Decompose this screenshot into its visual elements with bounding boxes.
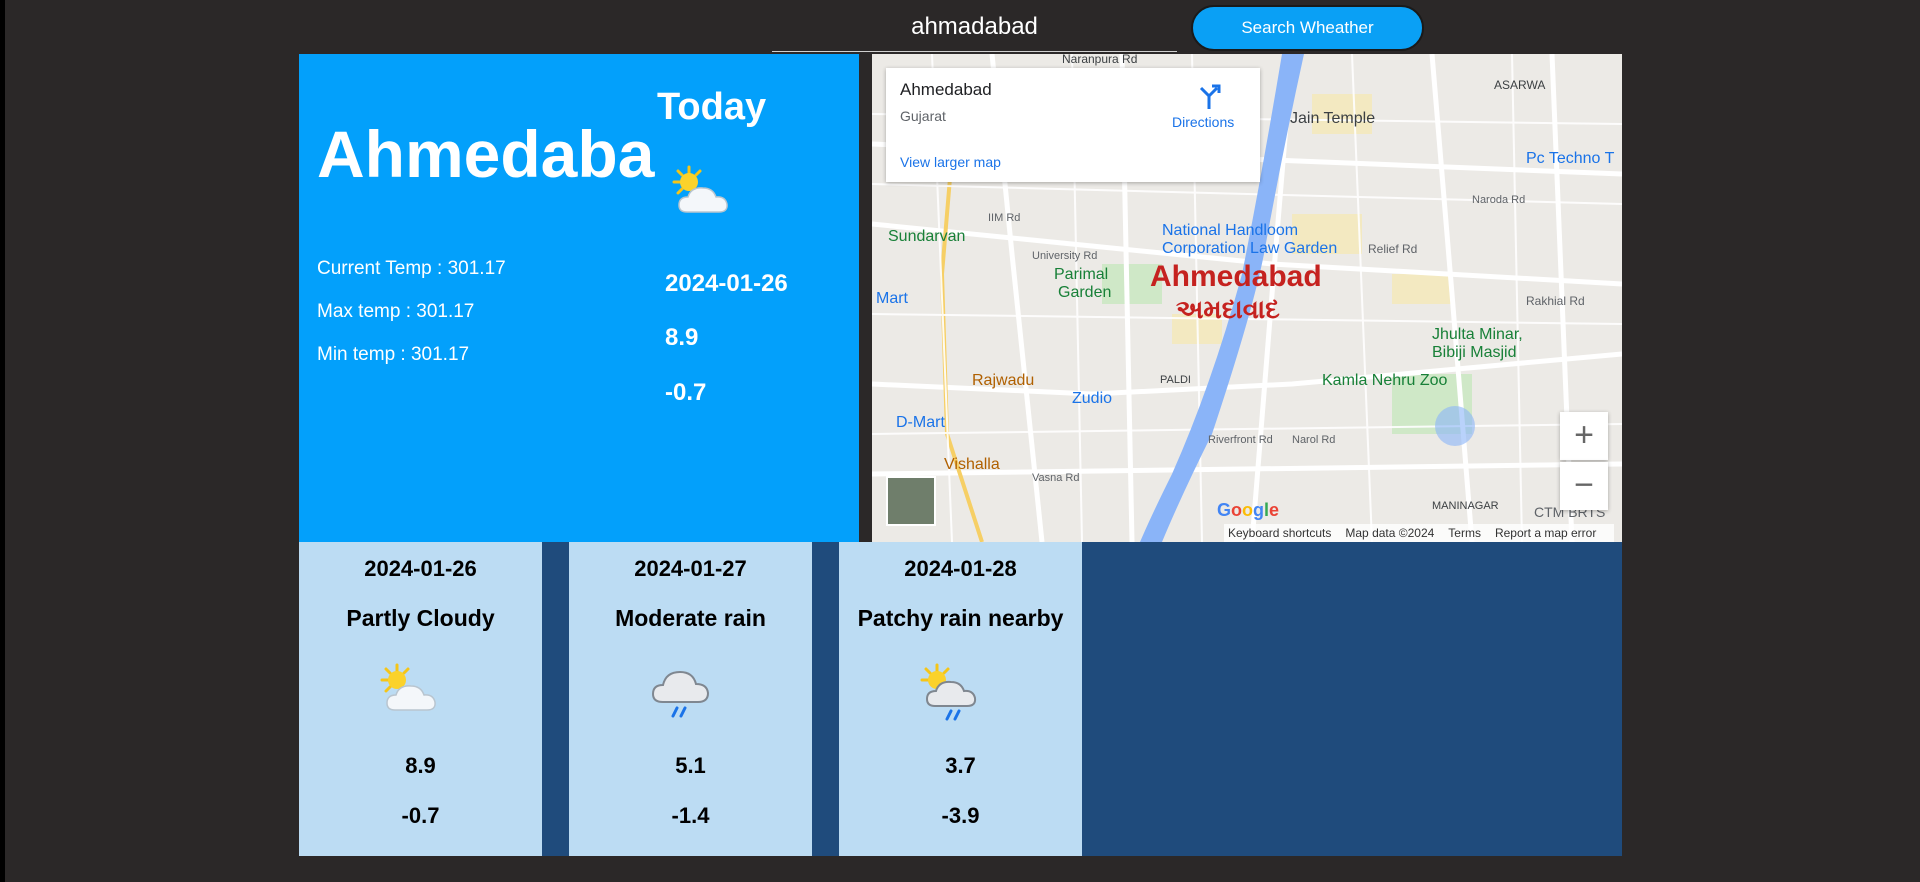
report-map-error-link[interactable]: Report a map error (1495, 526, 1596, 540)
map-label: Zudio (1072, 390, 1113, 407)
map-label: Parimal (1054, 266, 1109, 283)
keyboard-shortcuts-link[interactable]: Keyboard shortcuts (1228, 526, 1331, 540)
min-temp-value: 301.17 (410, 344, 470, 365)
map-label: Rajwadu (972, 372, 1035, 389)
current-temp: Current Temp : 301.17 (317, 258, 506, 280)
forecast-min-temp: -0.7 (401, 803, 440, 828)
map-label: National Handloom (1162, 222, 1299, 239)
view-larger-map-link[interactable]: View larger map (900, 154, 1001, 170)
forecast-card: 2024-01-27 Moderate rain 5.1 -1.4 (569, 542, 812, 856)
current-weather-panel: Ahmedabad Current Temp : 301.17 Max temp… (299, 54, 859, 542)
map-label: D-Mart (896, 414, 945, 431)
zoom-in-button[interactable]: + (1560, 412, 1608, 460)
map-label: PALDI (1160, 374, 1191, 386)
map-city-label: Ahmedabad (1150, 260, 1322, 293)
map-label: Vishalla (944, 456, 1000, 473)
map-label: Naranpura Rd (1062, 54, 1138, 66)
map-label: Corporation Law Garden (1162, 240, 1338, 257)
forecast-max-temp: 5.1 (675, 753, 706, 778)
today-date: 2024-01-26 (665, 270, 788, 297)
map-label: Naroda Rd (1472, 194, 1526, 206)
map-label: Relief Rd (1368, 242, 1418, 256)
forecast-date: 2024-01-27 (634, 556, 747, 581)
map-label: ASARWA (1494, 78, 1546, 92)
map-city-label-gujarati: અમદાવાદ (1176, 294, 1280, 324)
forecast-condition: Moderate rain (615, 605, 766, 631)
map-label: Riverfront Rd (1208, 434, 1273, 446)
terms-link[interactable]: Terms (1448, 526, 1481, 540)
forecast-min-temp: -3.9 (941, 803, 980, 828)
map-card-title: Ahmedabad (900, 80, 992, 99)
map-card-subtitle: Gujarat (900, 108, 946, 124)
max-temp: Max temp : 301.17 (317, 301, 474, 323)
forecast-card: 2024-01-28 Patchy rain nearby 3.7 -3.9 (839, 542, 1082, 856)
google-map[interactable]: Ahmedabad Gujarat View larger map Direct… (872, 54, 1622, 542)
map-label: Sundarvan (888, 228, 966, 245)
forecast-max-temp: 8.9 (405, 753, 436, 778)
map-label: Pc Techno T (1526, 150, 1615, 167)
today-title: Today (657, 86, 767, 128)
partly-cloudy-icon (667, 164, 739, 225)
forecast-section: 2024-01-26 Partly Cloudy 8.9 -0.7 2024-0… (299, 542, 1622, 856)
map-info-card: Ahmedabad Gujarat View larger map Direct… (886, 68, 1260, 182)
city-search-input[interactable] (772, 2, 1177, 52)
map-label: Jhulta Minar, (1432, 326, 1523, 343)
today-min-temp: -0.7 (665, 379, 707, 406)
directions-icon[interactable] (1196, 82, 1222, 115)
min-temp: Min temp : 301.17 (317, 344, 469, 366)
zoom-out-button[interactable]: − (1560, 462, 1608, 510)
map-footer: Keyboard shortcuts Map data ©2024 Terms Rep… (1224, 524, 1615, 542)
forecast-date: 2024-01-26 (364, 556, 477, 581)
map-label: MANINAGAR (1432, 500, 1499, 512)
map-label: Jain Temple (1290, 110, 1376, 127)
min-temp-label: Min temp : (317, 344, 411, 365)
forecast-condition: Partly Cloudy (346, 605, 495, 631)
map-label: Kamla Nehru Zoo (1322, 372, 1448, 389)
forecast-condition: Patchy rain nearby (857, 605, 1064, 631)
map-label: University Rd (1032, 250, 1098, 262)
max-temp-value: 301.17 (416, 301, 475, 322)
current-temp-label: Current Temp : (317, 258, 448, 279)
forecast-card: 2024-01-26 Partly Cloudy 8.9 -0.7 (299, 542, 542, 856)
max-temp-label: Max temp : (317, 301, 417, 322)
rain-cloud-icon (645, 662, 717, 727)
directions-link[interactable]: Directions (1172, 114, 1234, 130)
map-data-text: Map data ©2024 (1345, 526, 1435, 540)
partly-cloudy-icon (375, 662, 447, 723)
map-label: Vasna Rd (1032, 472, 1080, 484)
search-weather-button[interactable]: Search Wheather (1191, 5, 1424, 51)
map-label: Narol Rd (1292, 434, 1336, 446)
map-label: Rakhial Rd (1526, 294, 1585, 308)
google-logo: Google (1217, 500, 1280, 520)
current-temp-value: 301.17 (447, 258, 506, 279)
forecast-min-temp: -1.4 (671, 803, 710, 828)
map-label: IIM Rd (988, 212, 1021, 224)
map-label: Garden (1058, 284, 1112, 301)
today-column: Today 2024-01-26 8.9 -0.7 (657, 54, 859, 542)
map-label: Bibiji Masjid (1432, 344, 1517, 361)
forecast-date: 2024-01-28 (904, 556, 1017, 581)
window-edge (0, 0, 5, 882)
forecast-max-temp: 3.7 (945, 753, 976, 778)
today-max-temp: 8.9 (665, 324, 699, 351)
satellite-toggle[interactable] (886, 476, 936, 526)
patchy-rain-icon (915, 662, 987, 727)
map-label: Mart (876, 290, 908, 307)
